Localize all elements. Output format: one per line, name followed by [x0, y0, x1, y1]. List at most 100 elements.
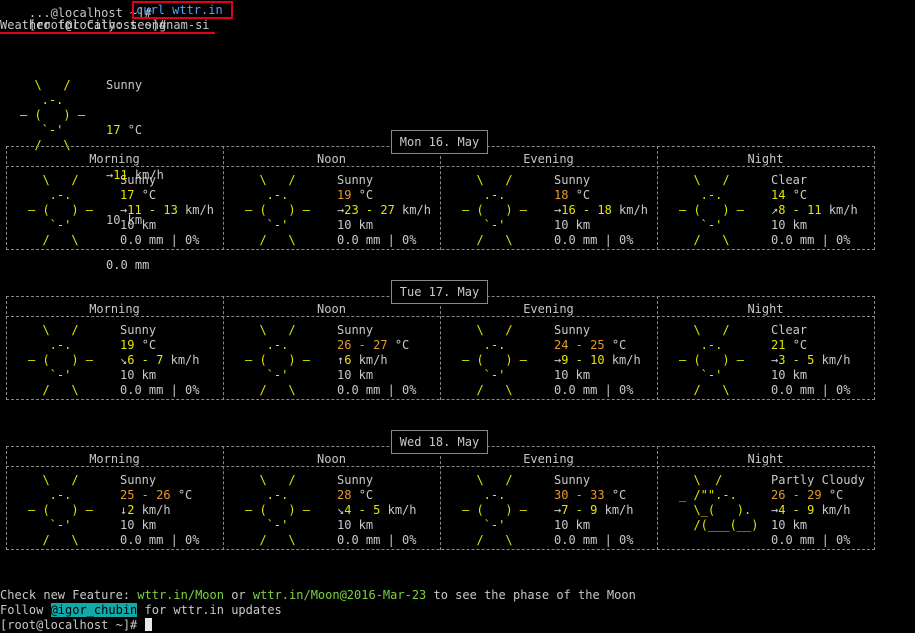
condition: Clear	[771, 173, 808, 187]
wind-speed: 23 - 27	[344, 203, 395, 217]
phase-header: Morning	[89, 152, 140, 166]
title-underline	[0, 32, 215, 34]
visibility: 10 km	[771, 368, 808, 382]
condition: Sunny	[120, 473, 157, 487]
temperature: 25 - 26	[120, 488, 171, 502]
wind-speed: 3 - 5	[778, 353, 815, 367]
current-condition: Sunny	[106, 78, 143, 92]
forecast-cell: \ / .-. ― ( ) ― `-' / \ Sunny 25 - 26 °C ↓…	[28, 473, 238, 548]
wind-speed: 8 - 11	[778, 203, 822, 217]
forecast-cell: \ / .-. ― ( ) ― `-' / \ Sunny 19 °C ↘6 - 7…	[28, 323, 238, 398]
visibility: 10 km	[337, 368, 374, 382]
visibility: 10 km	[771, 218, 808, 232]
partly-cloudy-icon: \ / _ /"".-. \_( ). /(___(__)	[679, 473, 759, 532]
current-precip: 0.0 mm	[106, 258, 150, 272]
command-text[interactable]: curl wttr.in	[136, 3, 223, 18]
wind-unit: km/h	[821, 503, 851, 517]
phase-header: Night	[747, 302, 784, 316]
forecast-day-0: Mon 16. May Morning Noon Evening Night \ / .…	[6, 130, 875, 250]
temp-unit: °C	[575, 188, 591, 202]
phase-header: Evening	[523, 452, 574, 466]
temperature: 14	[771, 188, 786, 202]
condition: Sunny	[337, 323, 374, 337]
wind-unit: km/h	[170, 353, 200, 367]
temperature: 26 - 29	[771, 488, 822, 502]
forecast-day-1: Tue 17. May Morning Noon Evening Night \ / .…	[6, 280, 875, 400]
temp-unit: °C	[141, 188, 157, 202]
day-label: Wed 18. May	[391, 430, 488, 454]
forecast-cell: \ / .-. ― ( ) ― `-' / \ Sunny 17 °C →11 - …	[28, 173, 238, 248]
footer-feature-line: Check new Feature: wttr.in/Moon or wttr.…	[0, 588, 636, 602]
precipitation: 0.0 mm | 0%	[337, 533, 417, 547]
visibility: 10 km	[120, 218, 157, 232]
temp-unit: °C	[792, 338, 808, 352]
forecast-day-2: Wed 18. May Morning Noon Evening Night \ / .…	[6, 430, 875, 550]
wind-speed: 2	[127, 503, 135, 517]
wind-unit: km/h	[619, 203, 648, 217]
wind-unit: km/h	[358, 353, 388, 367]
visibility: 10 km	[120, 368, 157, 382]
temperature: 21	[771, 338, 786, 352]
moon-date-link[interactable]: wttr.in/Moon@2016-Mar-23	[253, 588, 426, 602]
forecast-cell: \ / _ /"".-. \_( ). /(___(__) Partly Cloud…	[679, 473, 889, 548]
condition: Sunny	[337, 473, 374, 487]
condition: Sunny	[554, 323, 591, 337]
precipitation: 0.0 mm | 0%	[771, 233, 851, 247]
precipitation: 0.0 mm | 0%	[120, 383, 200, 397]
forecast-cell: \ / .-. ― ( ) ― `-' / \ Sunny 24 - 25 °C →…	[462, 323, 672, 398]
terminal-window[interactable]: ...@localhost ~]# [root@localhost ~]# cu…	[0, 0, 915, 632]
sun-icon: \ / .-. ― ( ) ― `-' / \	[462, 173, 528, 247]
precipitation: 0.0 mm | 0%	[554, 533, 634, 547]
wind-speed: 6	[344, 353, 352, 367]
wind-unit: km/h	[828, 203, 858, 217]
forecast-cell: \ / .-. ― ( ) ― `-' / \ Sunny 26 - 27 °C ↑…	[245, 323, 455, 398]
precipitation: 0.0 mm | 0%	[554, 233, 634, 247]
visibility: 10 km	[771, 518, 808, 532]
visibility: 10 km	[337, 218, 374, 232]
temperature: 24 - 25	[554, 338, 605, 352]
forecast-cell: \ / .-. ― ( ) ― `-' / \ Sunny 28 °C ↘4 - 5…	[245, 473, 455, 548]
temp-unit: °C	[792, 188, 808, 202]
precipitation: 0.0 mm | 0%	[120, 233, 200, 247]
temperature: 26 - 27	[337, 338, 388, 352]
temp-unit: °C	[611, 338, 627, 352]
precipitation: 0.0 mm | 0%	[337, 233, 417, 247]
temperature: 19	[337, 188, 352, 202]
phase-header: Night	[747, 452, 784, 466]
wind-unit: km/h	[604, 503, 634, 517]
moon-link[interactable]: wttr.in/Moon	[137, 588, 224, 602]
temp-unit: °C	[177, 488, 193, 502]
weather-title: Weather for City: seongnam-si	[0, 18, 210, 32]
phase-header: Morning	[89, 452, 140, 466]
condition: Sunny	[554, 473, 591, 487]
visibility: 10 km	[554, 368, 591, 382]
precipitation: 0.0 mm | 0%	[771, 383, 851, 397]
footer-follow-line: Follow @igor_chubin for wttr.in updates	[0, 603, 282, 617]
temp-unit: °C	[141, 338, 157, 352]
wind-speed: 7 - 9	[561, 503, 598, 517]
phase-header: Noon	[317, 152, 346, 166]
prompt-line-bottom[interactable]: [root@localhost ~]#	[0, 618, 152, 633]
wind-speed: 11 - 13	[127, 203, 178, 217]
condition: Sunny	[337, 173, 374, 187]
wind-unit: km/h	[402, 203, 431, 217]
wind-speed: 6 - 7	[127, 353, 164, 367]
phase-header: Evening	[523, 302, 574, 316]
visibility: 10 km	[120, 518, 157, 532]
forecast-cell: \ / .-. ― ( ) ― `-' / \ Sunny 18 °C →16 - …	[462, 173, 672, 248]
temp-unit: °C	[611, 488, 627, 502]
sun-icon: \ / .-. ― ( ) ― `-' / \	[462, 473, 528, 547]
phase-header: Morning	[89, 302, 140, 316]
wind-unit: km/h	[185, 203, 214, 217]
forecast-cell: \ / .-. ― ( ) ― `-' / \ Clear 14 °C ↗8 - 1…	[679, 173, 889, 248]
wind-speed: 9 - 10	[561, 353, 605, 367]
condition: Partly Cloudy	[771, 473, 865, 487]
wind-unit: km/h	[821, 353, 851, 367]
sun-icon: \ / .-. ― ( ) ― `-' / \	[245, 473, 311, 547]
phase-header: Noon	[317, 452, 346, 466]
precipitation: 0.0 mm | 0%	[554, 383, 634, 397]
condition: Sunny	[120, 173, 157, 187]
temperature: 19	[120, 338, 135, 352]
sun-icon: \ / .-. ― ( ) ― `-' / \	[28, 473, 94, 547]
twitter-handle[interactable]: @igor_chubin	[50, 603, 138, 617]
